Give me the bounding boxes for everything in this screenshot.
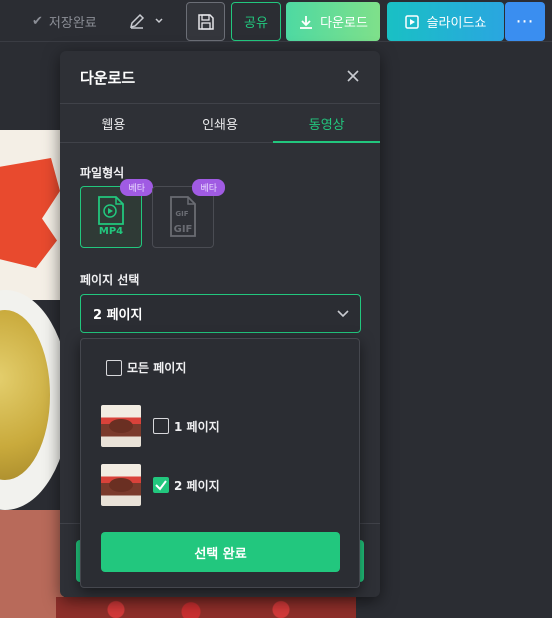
strawberry-image <box>56 597 356 618</box>
download-button-label: 다운로드 <box>320 16 368 31</box>
tab-video[interactable]: 동영상 <box>273 104 380 143</box>
page-2-checkbox[interactable] <box>153 477 169 493</box>
download-tabs: 웹용 인쇄용 동영상 <box>60 103 380 143</box>
format-gif-option[interactable]: GIF GIF 베타 <box>152 179 225 248</box>
save-button[interactable] <box>186 2 225 41</box>
all-pages-checkbox[interactable] <box>106 359 122 376</box>
page-2-label: 2 페이지 <box>174 478 220 493</box>
save-status-label: 저장완료 <box>48 16 97 31</box>
mp4-file-icon: MP4 <box>98 196 124 237</box>
file-format-label: 파일형식 <box>80 166 125 180</box>
gif-file-icon: GIF GIF <box>170 196 196 237</box>
pen-icon <box>129 13 145 29</box>
check-icon: ✔ <box>32 14 43 29</box>
page-1-label: 1 페이지 <box>174 419 220 434</box>
svg-text:MP4: MP4 <box>99 226 123 237</box>
close-icon[interactable] <box>346 69 360 83</box>
table-image <box>0 510 64 618</box>
svg-text:GIF: GIF <box>175 210 188 218</box>
modal-title: 다운로드 <box>80 69 136 87</box>
save-status: ✔ 저장완료 <box>32 12 97 31</box>
page-select-value: 2 페이지 <box>93 308 143 323</box>
page-select-label: 페이지 선택 <box>80 273 140 287</box>
top-toolbar: ✔ 저장완료 공유 다운로드 슬라이드쇼 ⋯ <box>0 0 552 42</box>
beta-badge: 베타 <box>120 179 153 196</box>
page-thumbnail <box>101 405 141 447</box>
slideshow-button[interactable]: 슬라이드쇼 <box>387 2 504 41</box>
download-icon <box>300 15 313 29</box>
more-icon: ⋯ <box>515 11 535 32</box>
chevron-down-icon <box>155 18 163 24</box>
more-options-button[interactable]: ⋯ <box>505 2 545 41</box>
confirm-selection-button[interactable]: 선택 완료 <box>101 532 340 572</box>
page-1-checkbox[interactable] <box>153 418 169 434</box>
beta-badge: 베타 <box>192 179 225 196</box>
page-select-menu: 모든 페이지 1 페이지 2 페이지 선택 완료 <box>80 338 360 588</box>
list-item[interactable]: 1 페이지 <box>101 405 220 447</box>
play-icon <box>404 14 419 29</box>
format-mp4-option[interactable]: MP4 베타 <box>80 179 153 248</box>
canvas-preview <box>0 130 64 618</box>
svg-text:GIF: GIF <box>174 224 193 235</box>
tab-web[interactable]: 웹용 <box>60 104 167 142</box>
list-item[interactable]: 2 페이지 <box>101 464 220 506</box>
tab-print[interactable]: 인쇄용 <box>167 104 274 142</box>
download-button[interactable]: 다운로드 <box>286 2 380 41</box>
floppy-disk-icon <box>197 13 214 30</box>
share-button-label: 공유 <box>244 16 268 31</box>
check-icon <box>154 479 167 491</box>
page-thumbnail <box>101 464 141 506</box>
share-button[interactable]: 공유 <box>231 2 281 41</box>
all-pages-label: 모든 페이지 <box>127 361 187 375</box>
page-select-dropdown[interactable]: 2 페이지 <box>80 294 361 333</box>
all-pages-option[interactable]: 모든 페이지 <box>106 359 186 376</box>
draw-tool-menu[interactable] <box>128 10 168 32</box>
chevron-down-icon <box>337 310 349 318</box>
slideshow-button-label: 슬라이드쇼 <box>426 16 487 31</box>
confirm-selection-label: 선택 완료 <box>194 546 247 562</box>
